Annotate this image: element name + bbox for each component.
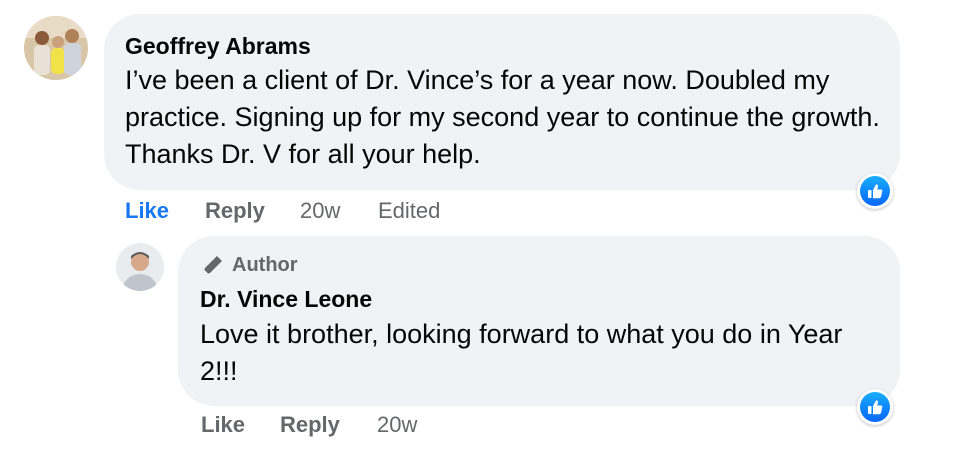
reply-author-name[interactable]: Dr. Vince Leone [200, 286, 372, 313]
comment-actions: Like Reply 20w Edited [125, 198, 505, 226]
pen-icon [203, 256, 222, 275]
author-badge: Author [200, 254, 320, 280]
thumbs-up-icon [868, 400, 883, 415]
comment-author-name[interactable]: Geoffrey Abrams [125, 33, 311, 60]
author-badge-label: Author [232, 254, 298, 276]
thumbs-up-icon [868, 184, 883, 199]
comment-bubble: Geoffrey Abrams I’ve been a client of Dr… [104, 14, 900, 190]
reply-timestamp[interactable]: 20w [377, 412, 417, 438]
comment-reply-button[interactable]: Reply [205, 198, 265, 224]
reply-bubble: Author Dr. Vince Leone Love it brother, … [178, 236, 900, 406]
reply-text: Love it brother, looking forward to what… [200, 319, 843, 386]
reply-author-avatar[interactable] [116, 243, 164, 291]
profile-photo-icon [116, 243, 164, 291]
reply-actions: Like Reply 20w [201, 412, 501, 440]
comment-reaction-badge[interactable] [857, 173, 893, 209]
comment-like-button[interactable]: Like [125, 198, 169, 224]
reply-like-button[interactable]: Like [201, 412, 245, 438]
comment-timestamp[interactable]: 20w [300, 198, 340, 224]
reply-reply-button[interactable]: Reply [280, 412, 340, 438]
comment-text: I’ve been a client of Dr. Vince’s for a … [125, 65, 880, 169]
commenter-avatar[interactable] [24, 16, 88, 80]
comment-edited-label[interactable]: Edited [378, 198, 440, 224]
reply-reaction-badge[interactable] [857, 389, 893, 425]
family-photo-icon [24, 16, 88, 80]
